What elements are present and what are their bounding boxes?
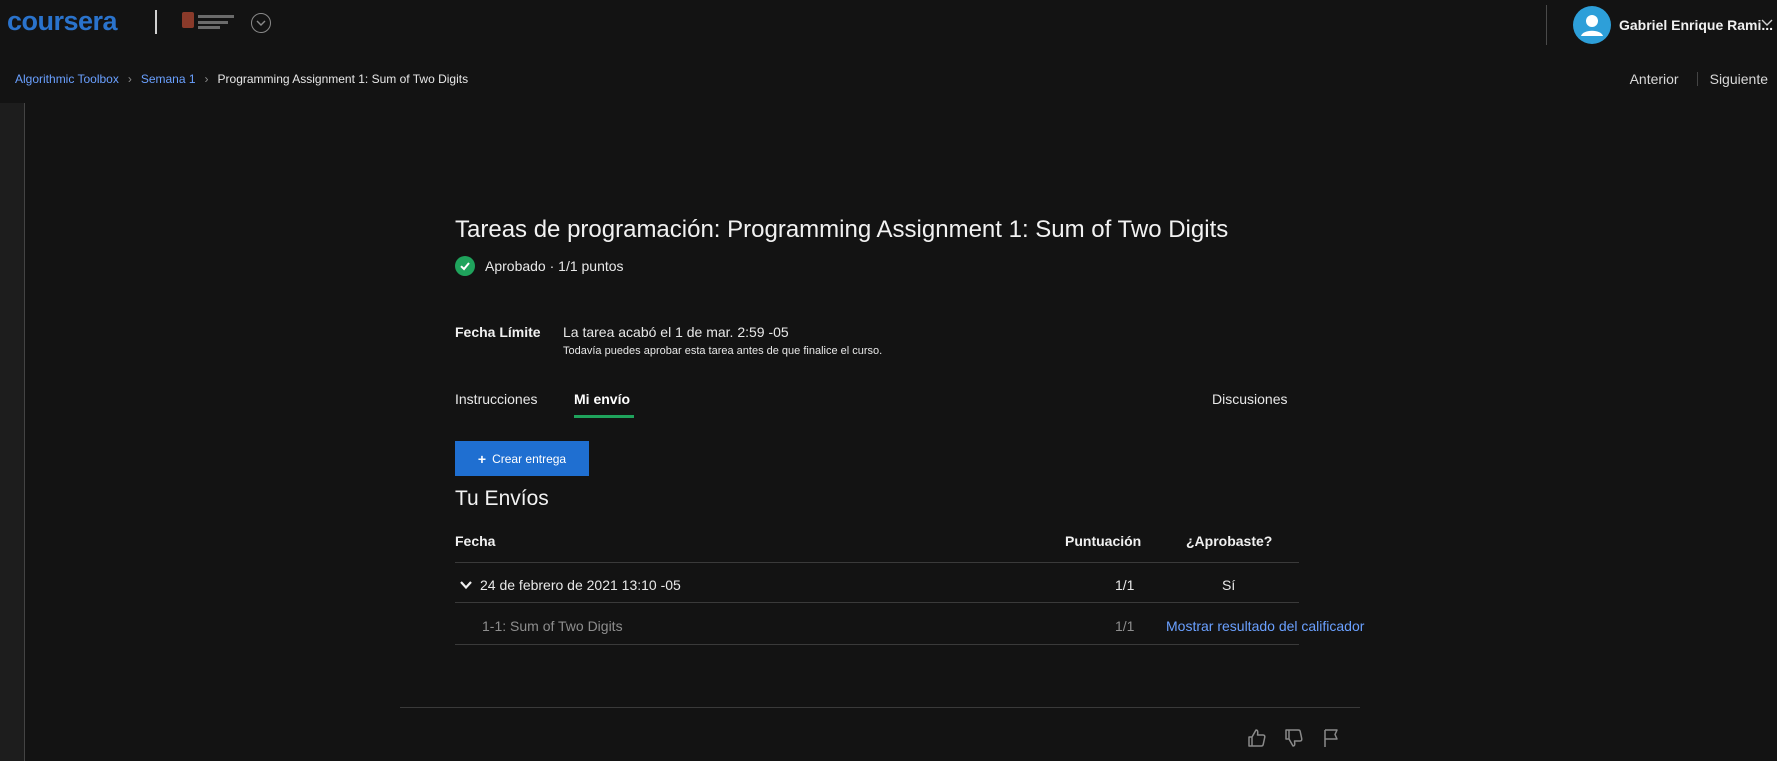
- thumbs-up-icon[interactable]: [1246, 727, 1268, 749]
- flag-icon[interactable]: [1320, 727, 1342, 749]
- chevron-right-icon: ›: [127, 72, 132, 86]
- tab-my-submission[interactable]: Mi envío: [574, 391, 630, 407]
- breadcrumb: Algorithmic Toolbox › Semana 1 › Program…: [15, 72, 468, 86]
- deadline-note: Todavía puedes aprobar esta tarea antes …: [563, 345, 883, 357]
- deadline-value: La tarea acabó el 1 de mar. 2:59 -05: [563, 324, 789, 340]
- page-title: Tareas de programación: Programming Assi…: [455, 216, 1229, 243]
- part-name: 1-1: Sum of Two Digits: [482, 618, 623, 634]
- column-header-passed: ¿Aprobaste?: [1186, 533, 1273, 549]
- create-submission-label: Crear entrega: [492, 451, 567, 466]
- column-header-score: Puntuación: [1065, 533, 1142, 549]
- partner-menu-button[interactable]: [251, 13, 271, 33]
- header-divider: [1546, 5, 1547, 45]
- chevron-down-icon[interactable]: [459, 578, 473, 592]
- user-icon: [1581, 15, 1603, 36]
- status-badge: Aprobado · 1/1 puntos: [455, 256, 624, 276]
- chevron-down-icon[interactable]: [1760, 16, 1774, 30]
- table-divider: [455, 602, 1299, 603]
- status-text: Aprobado · 1/1 puntos: [485, 258, 624, 274]
- tab-instructions[interactable]: Instrucciones: [455, 391, 537, 407]
- table-divider: [455, 562, 1299, 563]
- chevron-down-icon: [256, 20, 266, 26]
- footer-divider: [400, 707, 1360, 708]
- tab-discussions[interactable]: Discusiones: [1212, 391, 1287, 407]
- coursera-logo[interactable]: coursera: [7, 6, 118, 37]
- top-navigation-bar: coursera Gabriel Enrique Rami...: [0, 0, 1777, 48]
- thumbs-down-icon[interactable]: [1283, 727, 1305, 749]
- deadline-label: Fecha Límite: [455, 324, 541, 340]
- user-name[interactable]: Gabriel Enrique Rami...: [1619, 17, 1773, 33]
- chevron-right-icon: ›: [204, 72, 209, 86]
- breadcrumb-week-link[interactable]: Semana 1: [141, 72, 196, 86]
- logo-divider: [155, 10, 157, 34]
- plus-icon: +: [477, 450, 487, 467]
- nav-divider: [1696, 72, 1698, 86]
- breadcrumb-current: Programming Assignment 1: Sum of Two Dig…: [217, 72, 469, 86]
- submission-date: 24 de febrero de 2021 13:10 -05: [480, 577, 681, 593]
- sidebar-rail[interactable]: [0, 103, 25, 761]
- item-navigation: Anterior Siguiente: [1630, 71, 1768, 87]
- check-circle-icon: [455, 256, 475, 276]
- previous-button[interactable]: Anterior: [1630, 71, 1679, 87]
- part-score: 1/1: [1115, 618, 1135, 634]
- table-divider: [455, 644, 1299, 645]
- active-tab-indicator: [574, 415, 634, 418]
- submissions-heading: Tu Envíos: [455, 487, 549, 510]
- column-header-date: Fecha: [455, 533, 496, 549]
- show-grader-output-link[interactable]: Mostrar resultado del calificador: [1166, 618, 1364, 634]
- breadcrumb-course-link[interactable]: Algorithmic Toolbox: [15, 72, 119, 86]
- submission-score: 1/1: [1115, 577, 1135, 593]
- create-submission-button[interactable]: + Crear entrega: [455, 441, 589, 476]
- next-button[interactable]: Siguiente: [1710, 71, 1768, 87]
- university-logo[interactable]: [182, 10, 234, 32]
- university-crest-icon: [182, 12, 194, 28]
- submission-passed: Sí: [1222, 577, 1236, 593]
- avatar[interactable]: [1573, 6, 1611, 44]
